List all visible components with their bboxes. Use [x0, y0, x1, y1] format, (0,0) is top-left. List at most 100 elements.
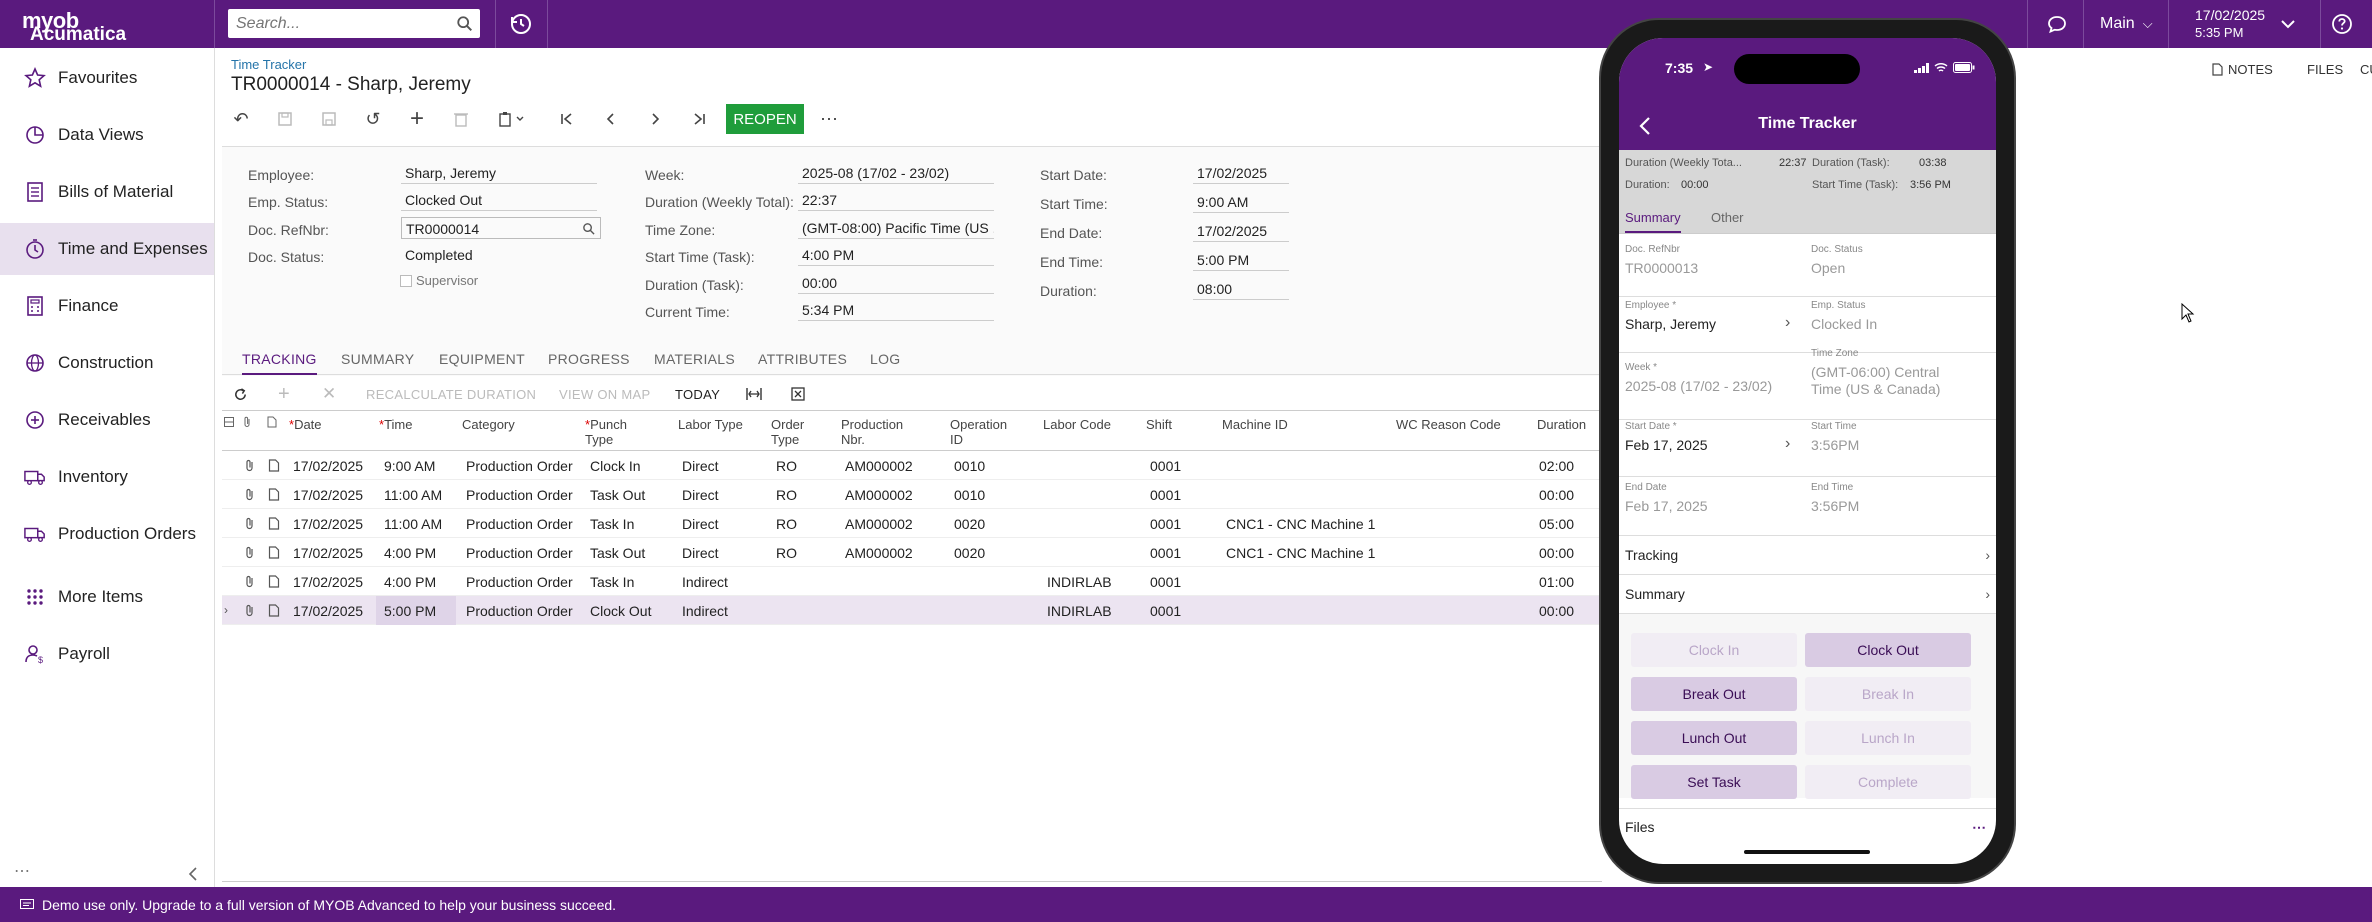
cell-order[interactable]: RO	[776, 458, 797, 474]
copy-paste-icon[interactable]	[496, 108, 530, 130]
clock-in-button[interactable]: Clock In	[1631, 633, 1797, 667]
cell-order[interactable]: RO	[776, 545, 797, 561]
more-actions-icon[interactable]: ⋯	[818, 108, 840, 130]
cell-time[interactable]: 11:00 AM	[384, 516, 442, 532]
note-icon[interactable]	[268, 604, 280, 617]
cell-punch[interactable]: Task In	[590, 516, 634, 532]
next-record-icon[interactable]	[644, 108, 666, 130]
cell-duration[interactable]: 05:00	[1539, 516, 1574, 532]
table-row[interactable]: 17/02/2025 11:00 AM Production Order Task O…	[222, 480, 1602, 509]
table-row[interactable]: › 17/02/2025 5:00 PM Production Order Clock …	[222, 596, 1602, 625]
cell-category[interactable]: Production Order	[466, 458, 573, 474]
save-close-icon[interactable]	[318, 108, 340, 130]
cell-prod[interactable]: AM000002	[845, 487, 913, 503]
cell-punch[interactable]: Task In	[590, 574, 634, 590]
phone-tab-summary[interactable]: Summary	[1625, 210, 1681, 233]
cell-labor[interactable]: Direct	[682, 516, 719, 532]
timezone-field[interactable]: (GMT-08:00) Pacific Time (US ...	[798, 217, 994, 239]
cell-shift[interactable]: 0001	[1150, 516, 1181, 532]
col-production-nbr[interactable]: Production Nbr.	[841, 417, 903, 447]
sidebar-item-receivables[interactable]: Receivables	[0, 394, 214, 446]
cell-machine[interactable]: CNC1 - CNC Machine 1	[1226, 545, 1375, 561]
col-machine-id[interactable]: Machine ID	[1222, 417, 1288, 432]
supervisor-checkbox[interactable]	[400, 275, 412, 287]
phone-tracking-link[interactable]: Tracking ›	[1625, 536, 1990, 574]
sidebar-item-more-items[interactable]: More Items	[0, 571, 214, 623]
sidebar-item-time-and-expenses[interactable]: Time and Expenses	[0, 223, 214, 275]
date-time-selector[interactable]: 17/02/2025 5:35 PM	[2195, 0, 2265, 48]
myob-acumatica-logo[interactable]: myob Acumatica	[22, 8, 142, 45]
note-icon[interactable]	[268, 546, 280, 559]
sidebar-item-construction[interactable]: Construction	[0, 337, 214, 389]
cell-date[interactable]: 17/02/2025	[293, 545, 363, 561]
phone-start-date[interactable]: Start Date * Feb 17, 2025 ›	[1619, 413, 1807, 471]
cell-labor[interactable]: Direct	[682, 487, 719, 503]
cell-labor[interactable]: Direct	[682, 545, 719, 561]
save-icon[interactable]	[274, 108, 296, 130]
cell-op[interactable]: 0010	[954, 458, 985, 474]
cell-category[interactable]: Production Order	[466, 487, 573, 503]
cell-punch[interactable]: Clock Out	[590, 603, 651, 619]
col-time[interactable]: *Time	[379, 417, 412, 432]
cell-punch[interactable]: Task Out	[590, 487, 645, 503]
col-shift[interactable]: Shift	[1146, 417, 1172, 432]
attachment-icon[interactable]	[244, 604, 256, 617]
cell-laborcode[interactable]: INDIRLAB	[1047, 574, 1112, 590]
cell-category[interactable]: Production Order	[466, 516, 573, 532]
table-row[interactable]: 17/02/2025 4:00 PM Production Order Task Ou…	[222, 538, 1602, 567]
table-row[interactable]: 17/02/2025 9:00 AM Production Order Clock I…	[222, 451, 1602, 480]
tab-log[interactable]: LOG	[870, 351, 900, 367]
cell-prod[interactable]: AM000002	[845, 516, 913, 532]
today-button[interactable]: TODAY	[675, 387, 720, 402]
lunch-in-button[interactable]: Lunch In	[1805, 721, 1971, 755]
cell-machine[interactable]: CNC1 - CNC Machine 1	[1226, 516, 1375, 532]
table-row[interactable]: 17/02/2025 11:00 AM Production Order Task I…	[222, 509, 1602, 538]
sidebar-item-payroll[interactable]: $ Payroll	[0, 628, 214, 680]
cell-date[interactable]: 17/02/2025	[293, 574, 363, 590]
breadcrumb[interactable]: Time Tracker	[231, 57, 306, 72]
cell-shift[interactable]: 0001	[1150, 458, 1181, 474]
chat-icon-wrap[interactable]	[2047, 0, 2067, 48]
cell-op[interactable]: 0020	[954, 545, 985, 561]
phone-summary-link[interactable]: Summary ›	[1625, 575, 1990, 613]
tab-progress[interactable]: PROGRESS	[548, 351, 630, 367]
search-icon[interactable]	[582, 222, 595, 235]
reopen-button[interactable]: REOPEN	[726, 104, 804, 134]
col-punch-type[interactable]: *Punch Type	[585, 417, 627, 447]
cell-laborcode[interactable]: INDIRLAB	[1047, 603, 1112, 619]
refresh-icon[interactable]	[233, 387, 248, 402]
tab-summary[interactable]: SUMMARY	[341, 351, 414, 367]
attachment-icon[interactable]	[244, 575, 256, 588]
cell-labor[interactable]: Indirect	[682, 603, 728, 619]
add-icon[interactable]: +	[406, 105, 428, 132]
employee-field[interactable]: Sharp, Jeremy	[401, 162, 597, 184]
cell-time[interactable]: 4:00 PM	[384, 545, 436, 561]
tab-equipment[interactable]: EQUIPMENT	[439, 351, 525, 367]
cell-time[interactable]: 9:00 AM	[384, 458, 435, 474]
search-icon[interactable]	[456, 15, 474, 33]
cell-duration[interactable]: 00:00	[1539, 545, 1574, 561]
cell-prod[interactable]: AM000002	[845, 458, 913, 474]
col-labor-type[interactable]: Labor Type	[678, 417, 743, 432]
delete-icon[interactable]	[450, 108, 472, 130]
phone-tab-other[interactable]: Other	[1711, 210, 1744, 225]
cell-date[interactable]: 17/02/2025	[293, 487, 363, 503]
add-row-icon[interactable]: +	[278, 383, 290, 406]
note-icon[interactable]	[268, 488, 280, 501]
cell-labor[interactable]: Indirect	[682, 574, 728, 590]
chevron-down-icon[interactable]	[2280, 0, 2296, 48]
delete-row-icon[interactable]: ✕	[322, 384, 336, 404]
cell-date[interactable]: 17/02/2025	[293, 603, 363, 619]
cell-date[interactable]: 17/02/2025	[293, 458, 363, 474]
sidebar-item-production-orders[interactable]: Production Orders	[0, 508, 214, 560]
complete-button[interactable]: Complete	[1805, 765, 1971, 799]
set-task-button[interactable]: Set Task	[1631, 765, 1797, 799]
cell-time[interactable]: 4:00 PM	[384, 574, 436, 590]
customization-link[interactable]: CU	[2360, 62, 2372, 77]
chat-icon[interactable]	[2047, 14, 2067, 34]
col-duration[interactable]: Duration	[1537, 417, 1586, 432]
cell-time[interactable]: 5:00 PM	[384, 603, 436, 619]
cell-op[interactable]: 0010	[954, 487, 985, 503]
attachment-icon[interactable]	[244, 517, 256, 530]
tab-attributes[interactable]: ATTRIBUTES	[758, 351, 847, 367]
